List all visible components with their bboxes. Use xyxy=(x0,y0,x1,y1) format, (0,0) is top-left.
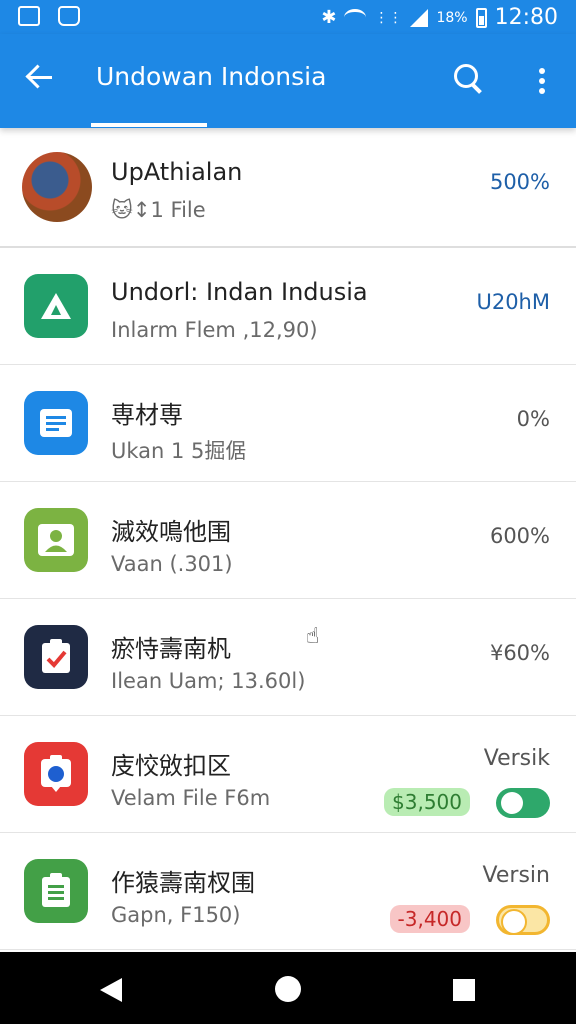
item-sub: Vaan (.301) xyxy=(111,552,233,576)
amount-badge: $3,500 xyxy=(384,788,470,816)
search-icon[interactable] xyxy=(452,62,486,96)
item-name: UpAthialan xyxy=(111,158,243,186)
item-label: Versin xyxy=(482,863,550,888)
list-item[interactable]: UpAthialan 🐱↕1 File 500% xyxy=(0,128,576,248)
battery-icon xyxy=(475,7,487,28)
app-list: UpAthialan 🐱↕1 File 500% Undorl: Indan I… xyxy=(0,128,576,950)
phone-photo-icon xyxy=(22,152,92,222)
status-bar: ✱ ⋮⋮ 18% 12:80 xyxy=(0,0,576,34)
signal-icon xyxy=(410,8,429,27)
item-sub: Velam File F6m xyxy=(111,786,271,810)
item-name: 瘀恃壽南杋 xyxy=(111,635,231,663)
back-arrow-icon[interactable] xyxy=(24,62,56,94)
item-name: 作猿壽南杈围 xyxy=(111,869,255,897)
vibrate-icon: ⋮⋮ xyxy=(374,9,403,26)
recent-square-icon[interactable] xyxy=(453,979,475,1001)
app-bar: Undowan Indonsia xyxy=(0,34,576,128)
item-value: 600% xyxy=(489,524,550,548)
clock-time: 12:80 xyxy=(494,5,558,30)
item-sub: Ukan 1 5掘倨 xyxy=(111,439,247,463)
checklist-icon xyxy=(24,625,88,689)
amount-badge: -3,400 xyxy=(389,905,470,933)
bluetooth-icon: ✱ xyxy=(321,7,337,28)
item-name: 滅效鳴他围 xyxy=(111,518,231,546)
item-value: ¥60% xyxy=(489,641,550,665)
page-title: Undowan Indonsia xyxy=(96,62,327,91)
person-icon xyxy=(24,508,88,572)
toggle-switch-off[interactable] xyxy=(496,905,550,935)
triangle-logo-icon xyxy=(24,274,88,338)
clipboard-icon xyxy=(24,859,88,923)
location-icon xyxy=(24,742,88,806)
item-sub: 🐱↕1 File xyxy=(111,198,206,222)
more-vert-icon[interactable] xyxy=(536,68,548,98)
toggle-switch-on[interactable] xyxy=(496,788,550,818)
bag-icon xyxy=(58,6,80,26)
image-icon xyxy=(18,6,40,26)
list-item[interactable]: 専材専 Ukan 1 5掘倨 0% xyxy=(0,365,576,482)
navigation-bar xyxy=(0,952,576,1024)
document-icon xyxy=(24,391,88,455)
hand-cursor-icon: ☝ xyxy=(306,624,320,649)
item-sub: Inlarm Flem ,12,90) xyxy=(111,318,318,342)
list-item[interactable]: 瘀恃壽南杋 Ilean Uam; 13.60l) ¥60% xyxy=(0,599,576,716)
item-name: Undorl: Indan Indusia xyxy=(111,278,368,306)
home-circle-icon[interactable] xyxy=(275,976,301,1002)
item-name: 庋恔敓扣区 xyxy=(111,752,231,780)
item-value: U20hM xyxy=(476,290,550,314)
battery-percent: 18% xyxy=(436,9,468,26)
wifi-icon xyxy=(344,9,367,26)
item-name: 専材専 xyxy=(111,401,183,429)
list-item[interactable]: 滅效鳴他围 Vaan (.301) 600% xyxy=(0,482,576,599)
back-triangle-icon[interactable] xyxy=(100,978,122,1002)
item-sub: Gapn, F150) xyxy=(111,903,241,927)
tab-indicator xyxy=(91,123,207,127)
list-item[interactable]: 庋恔敓扣区 Velam File F6m Versik $3,500 xyxy=(0,716,576,833)
item-value: 500% xyxy=(489,170,550,194)
item-sub: Ilean Uam; 13.60l) xyxy=(111,669,306,693)
item-value: 0% xyxy=(516,407,550,431)
list-item[interactable]: 作猿壽南杈围 Gapn, F150) Versin -3,400 xyxy=(0,833,576,950)
item-label: Versik xyxy=(483,746,550,771)
list-item[interactable]: Undorl: Indan Indusia Inlarm Flem ,12,90… xyxy=(0,248,576,365)
